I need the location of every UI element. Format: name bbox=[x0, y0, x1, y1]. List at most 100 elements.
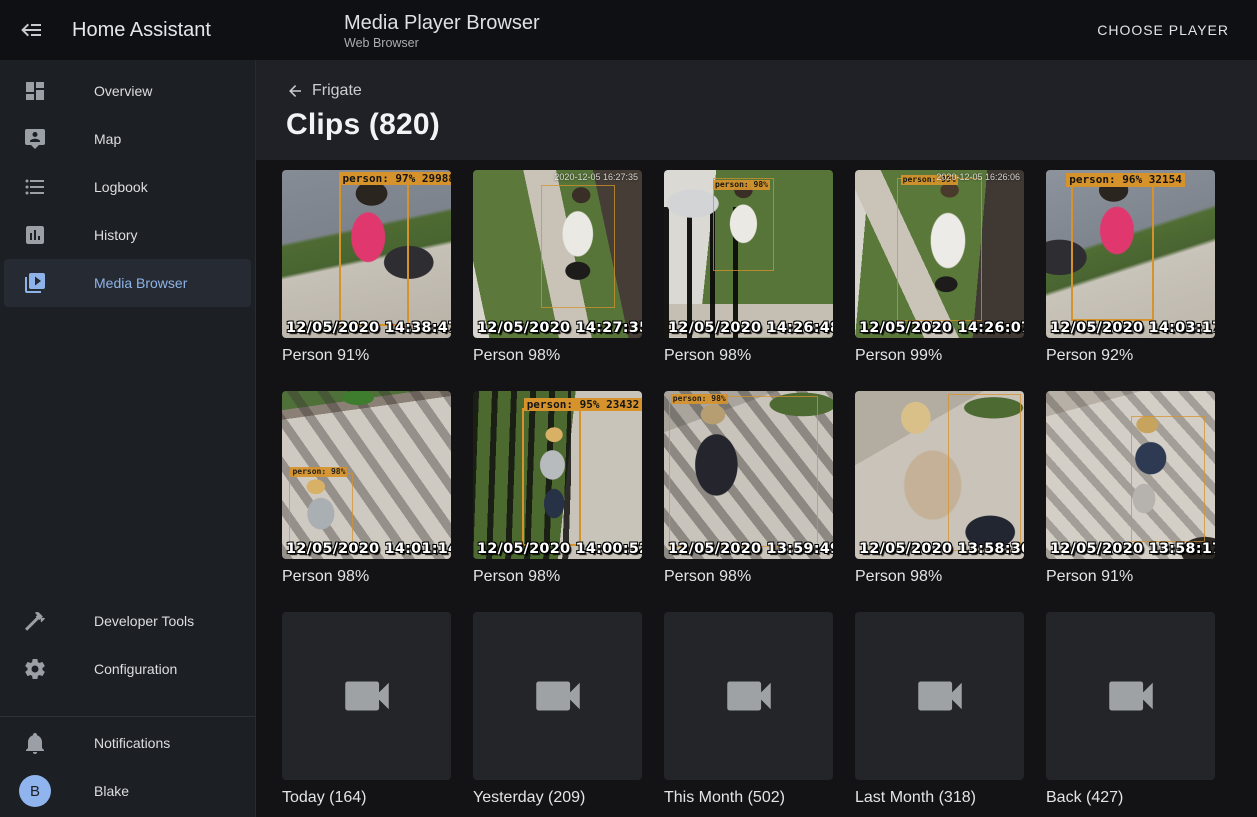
folder-thumbnail bbox=[1046, 612, 1215, 780]
detection-bounding-box bbox=[1071, 183, 1154, 321]
clip-caption: Person 98% bbox=[473, 568, 642, 587]
sidebar-item-label: Media Browser bbox=[94, 275, 187, 291]
video-camera-icon bbox=[529, 667, 587, 725]
media-clip[interactable]: 2020-12-05 16:27:3512/05/2020 14:27:35Pe… bbox=[473, 170, 642, 366]
sidebar-item-map[interactable]: Map bbox=[4, 115, 251, 163]
detection-label: person: 98% bbox=[713, 180, 770, 190]
media-clip[interactable]: person: 98%12/05/2020 14:01:14Person 98% bbox=[282, 391, 451, 587]
clip-caption: Person 91% bbox=[282, 347, 451, 366]
user-name: Blake bbox=[94, 783, 129, 799]
media-folder[interactable]: Yesterday (209) bbox=[473, 612, 642, 808]
camera-overlay-timestamp: 2020-12-05 16:27:35 bbox=[554, 172, 638, 182]
media-clip[interactable]: person: 98% 12/05/2020 14:26:48 Person 98% bbox=[664, 170, 833, 366]
sidebar-bottom: Developer Tools Configuration Notificatio… bbox=[0, 597, 255, 817]
media-grid: person: 97% 2998812/05/2020 14:38:47 Pers… bbox=[282, 170, 1257, 808]
sidebar-item-label: History bbox=[94, 227, 138, 243]
hammer-icon bbox=[23, 609, 47, 633]
history-chart-icon bbox=[23, 223, 47, 247]
detection-bounding-box bbox=[897, 178, 982, 321]
media-clip[interactable]: person: 95% 2343212/05/2020 14:00:52 Pers… bbox=[473, 391, 642, 587]
detection-bounding-box bbox=[289, 473, 353, 550]
clip-thumbnail: person: 95% 2343212/05/2020 14:00:52 bbox=[473, 391, 642, 559]
folder-caption: Today (164) bbox=[282, 789, 451, 808]
bell-icon bbox=[23, 731, 47, 755]
logbook-list-icon bbox=[23, 175, 47, 199]
clip-thumbnail: person: 98%12/05/2020 14:01:14 bbox=[282, 391, 451, 559]
media-clip[interactable]: person: 96% 32154 12/05/2020 14:03:17 Pers… bbox=[1046, 170, 1215, 366]
folder-caption: Last Month (318) bbox=[855, 789, 1024, 808]
sidebar-item-profile[interactable]: B Blake bbox=[4, 767, 251, 815]
map-account-icon bbox=[23, 127, 47, 151]
detection-bounding-box bbox=[339, 175, 408, 326]
media-clip[interactable]: person: 97% 2998812/05/2020 14:38:47 Pers… bbox=[282, 170, 451, 366]
media-clip[interactable]: person: 98% 12/05/2020 13:59:49 Person 98% bbox=[664, 391, 833, 587]
clip-timestamp: 12/05/2020 14:27:35 bbox=[477, 320, 642, 336]
clip-timestamp: 12/05/2020 14:03:17 bbox=[1050, 320, 1215, 336]
breadcrumb-back-link[interactable]: Frigate bbox=[286, 82, 362, 100]
media-folder[interactable]: This Month (502) bbox=[664, 612, 833, 808]
clip-thumbnail: person: 99%2020-12-05 16:26:0612/05/2020… bbox=[855, 170, 1024, 338]
clip-thumbnail: person: 98% 12/05/2020 13:59:49 bbox=[664, 391, 833, 559]
video-camera-icon bbox=[911, 667, 969, 725]
sidebar-item-media-browser[interactable]: Media Browser bbox=[4, 259, 251, 307]
media-folder[interactable]: Today (164) bbox=[282, 612, 451, 808]
clip-thumbnail: person: 96% 32154 12/05/2020 14:03:17 bbox=[1046, 170, 1215, 338]
sidebar-item-label: Map bbox=[94, 131, 121, 147]
menu-open-icon bbox=[20, 18, 44, 42]
folder-thumbnail bbox=[282, 612, 451, 780]
sidebar-item-logbook[interactable]: Logbook bbox=[4, 163, 251, 211]
clip-caption: Person 98% bbox=[855, 568, 1024, 587]
page-subtitle: Web Browser bbox=[344, 36, 540, 50]
sidebar-item-developer-tools[interactable]: Developer Tools bbox=[4, 597, 251, 645]
media-clip[interactable]: 12/05/2020 13:58:30 Person 98% bbox=[855, 391, 1024, 587]
sidebar-footer-nav: Developer Tools Configuration bbox=[0, 597, 255, 693]
sidebar-item-label: Notifications bbox=[94, 735, 170, 751]
topbar-left: Home Assistant bbox=[0, 6, 256, 54]
detection-bounding-box bbox=[713, 178, 774, 270]
clip-timestamp: 12/05/2020 14:38:47 bbox=[286, 320, 451, 336]
clip-thumbnail: 2020-12-05 16:27:35 12/05/2020 14:27:35 bbox=[473, 170, 642, 338]
app-title: Home Assistant bbox=[72, 19, 211, 42]
media-clip[interactable]: person: 99%2020-12-05 16:26:0612/05/2020… bbox=[855, 170, 1024, 366]
folder-thumbnail bbox=[473, 612, 642, 780]
gear-icon bbox=[23, 657, 47, 681]
detection-label: person: 95% 23432 bbox=[524, 398, 642, 412]
detection-bounding-box bbox=[669, 396, 818, 547]
detection-bounding-box bbox=[1131, 416, 1205, 542]
clip-caption: Person 98% bbox=[664, 347, 833, 366]
video-camera-icon bbox=[720, 667, 778, 725]
sidebar-item-label: Configuration bbox=[94, 661, 177, 677]
folder-caption: This Month (502) bbox=[664, 789, 833, 808]
dashboard-icon bbox=[23, 79, 47, 103]
clip-timestamp: 12/05/2020 13:58:30 bbox=[859, 541, 1024, 557]
clip-caption: Person 92% bbox=[1046, 347, 1215, 366]
sidebar-item-label: Developer Tools bbox=[94, 613, 194, 629]
avatar: B bbox=[19, 775, 51, 807]
camera-overlay-timestamp: 2020-12-05 16:26:06 bbox=[936, 172, 1020, 182]
sidebar-item-history[interactable]: History bbox=[4, 211, 251, 259]
media-folder[interactable]: Last Month (318) bbox=[855, 612, 1024, 808]
video-camera-icon bbox=[338, 667, 396, 725]
sidebar-item-configuration[interactable]: Configuration bbox=[4, 645, 251, 693]
arrow-left-icon bbox=[286, 82, 304, 100]
detection-label: person: 98% bbox=[671, 394, 728, 404]
sidebar-item-label: Overview bbox=[94, 83, 152, 99]
clip-thumbnail: person: 97% 2998812/05/2020 14:38:47 bbox=[282, 170, 451, 338]
clip-timestamp: 12/05/2020 13:58:17 bbox=[1050, 541, 1215, 557]
clip-caption: Person 98% bbox=[664, 568, 833, 587]
media-browser-icon bbox=[23, 271, 47, 295]
sidebar-item-notifications[interactable]: Notifications bbox=[4, 719, 251, 767]
detection-label: person: 98% bbox=[290, 467, 347, 477]
clip-timestamp: 12/05/2020 14:26:48 bbox=[668, 320, 833, 336]
sidebar-toggle-button[interactable] bbox=[8, 6, 56, 54]
choose-player-button[interactable]: CHOOSE PLAYER bbox=[1081, 12, 1245, 48]
top-app-bar: Home Assistant Media Player Browser Web … bbox=[0, 0, 1257, 60]
clip-timestamp: 12/05/2020 13:59:49 bbox=[668, 541, 833, 557]
folder-thumbnail bbox=[664, 612, 833, 780]
media-browser-header: Frigate Clips (820) bbox=[256, 60, 1257, 160]
detection-label: person: 96% 32154 bbox=[1066, 173, 1185, 187]
sidebar-item-overview[interactable]: Overview bbox=[4, 67, 251, 115]
media-clip[interactable]: 12/05/2020 13:58:17Person 91% bbox=[1046, 391, 1215, 587]
page-title-block: Media Player Browser Web Browser bbox=[344, 11, 540, 50]
media-folder[interactable]: Back (427) bbox=[1046, 612, 1215, 808]
